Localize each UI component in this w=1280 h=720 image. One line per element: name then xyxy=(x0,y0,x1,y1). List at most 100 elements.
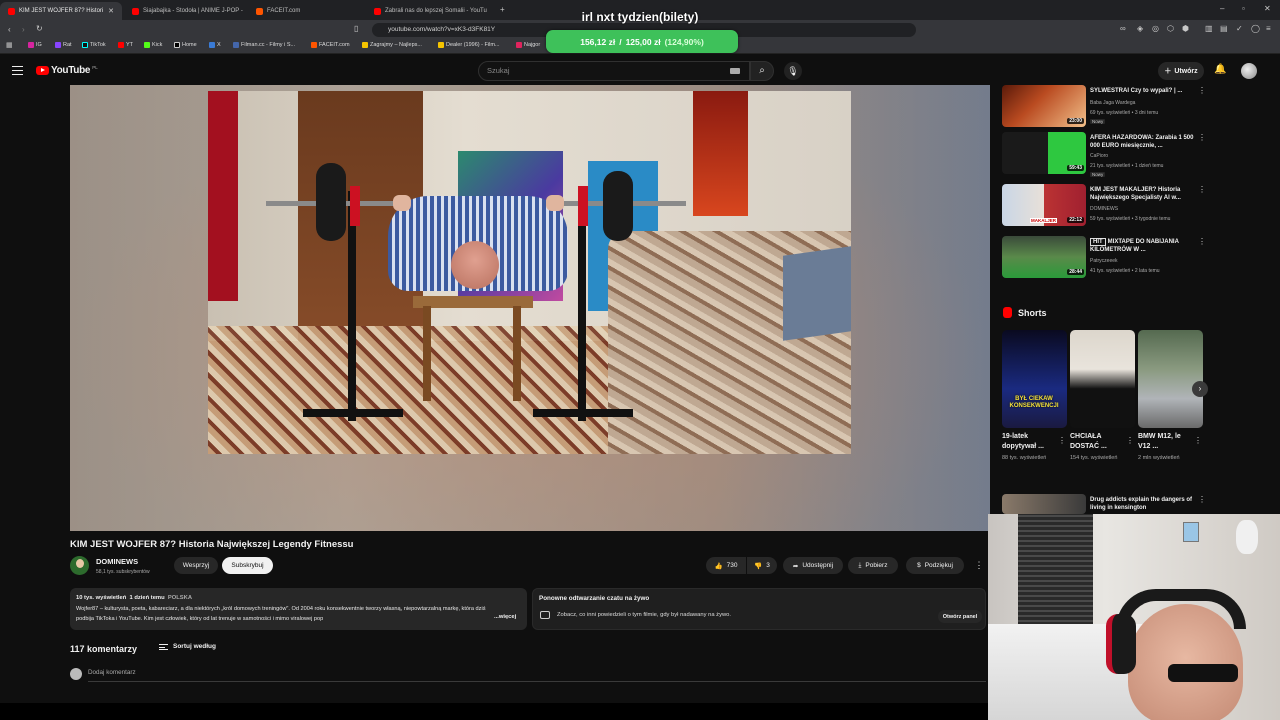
bookmark-item[interactable]: Home xyxy=(174,42,197,48)
bookmark-icon[interactable]: ▯ xyxy=(354,24,358,33)
search-input[interactable]: Szukaj xyxy=(478,61,750,81)
share-icon: ➦ xyxy=(792,562,799,570)
more-icon: ⋮ xyxy=(974,560,984,570)
more-options-icon[interactable]: ⋮ xyxy=(1198,185,1206,194)
video-duration: 23:00 xyxy=(1067,118,1084,124)
download-button[interactable]: ⤓ Pobierz xyxy=(848,557,898,574)
goal-target: 125,00 zł xyxy=(625,36,661,47)
reload-icon[interactable]: ↻ xyxy=(36,24,43,33)
bookmark-item[interactable]: Rat xyxy=(55,42,72,48)
more-options-icon[interactable]: ⋮ xyxy=(1198,86,1206,95)
create-label: Utwórz xyxy=(1174,67,1198,75)
new-badge: Nowy xyxy=(1090,172,1106,177)
show-more-link[interactable]: ...więcej xyxy=(494,614,516,620)
bookmark-item[interactable]: YT xyxy=(118,42,133,48)
recommended-video[interactable]: 28:44 HIT MIXTAPE DO NABIJANIA KILOMETRÓW… xyxy=(1002,236,1206,280)
video-title: SYLWESTRAI Czy to wypali? | ... xyxy=(1090,88,1183,94)
voice-search-icon[interactable]: 🎙 xyxy=(784,62,802,80)
channel-name[interactable]: DOMINEWS xyxy=(96,557,138,566)
shorts-next-arrow-icon[interactable]: › xyxy=(1192,381,1208,397)
more-options-icon[interactable]: ⋮ xyxy=(1194,436,1202,445)
tab[interactable]: FACEIT.com xyxy=(248,2,366,20)
extension-icon[interactable]: ∞ xyxy=(1120,24,1126,33)
more-options-icon[interactable]: ⋮ xyxy=(1198,133,1206,142)
dislike-button[interactable]: 👎 3 xyxy=(747,557,777,574)
bookmark-favicon-icon xyxy=(516,42,522,48)
faceit-icon xyxy=(311,42,317,48)
channel-name: DOMINEWS xyxy=(1090,206,1119,212)
laptop xyxy=(783,246,851,341)
open-panel-button[interactable]: Otwórz panel xyxy=(938,610,982,623)
bookmark-favicon-icon xyxy=(438,42,444,48)
recommended-video[interactable]: 23:00 SYLWESTRAI Czy to wypali? | ... Ba… xyxy=(1002,85,1206,129)
tab-active[interactable]: KIM JEST WOJFER 87? Histori ✕ xyxy=(0,2,122,20)
bookmark-item[interactable]: Filman.cc - Filmy i S... xyxy=(233,42,295,48)
video-thumbnail xyxy=(1002,494,1086,514)
add-comment-input[interactable]: Dodaj komentarz xyxy=(88,669,136,676)
bookmark-item[interactable]: Zagrajmy – Najleps... xyxy=(362,42,422,48)
short-item[interactable]: BMW M12, le V12 ... 2 mln wyświetleń ⋮ xyxy=(1138,330,1203,462)
instagram-icon xyxy=(28,42,34,48)
subscribe-button[interactable]: Subskrybuj xyxy=(222,557,273,574)
share-button[interactable]: ➦ Udostępnij xyxy=(783,557,843,574)
new-tab-icon[interactable]: + xyxy=(500,5,505,14)
more-actions-button[interactable]: ⋮ xyxy=(970,557,988,574)
close-tab-icon[interactable]: ✕ xyxy=(108,7,114,15)
sidebar-icon[interactable]: ▥ xyxy=(1205,24,1213,33)
bookmark-item[interactable]: Najgor xyxy=(516,42,540,48)
short-item[interactable]: CHCIAŁA DOSTAĆ ... 154 tys. wyświetleń ⋮ xyxy=(1070,330,1135,462)
create-button[interactable]: ＋ Utwórz xyxy=(1158,62,1204,80)
vpn-icon[interactable]: ✓ xyxy=(1236,24,1243,33)
more-options-icon[interactable]: ⋮ xyxy=(1198,237,1206,246)
streamer-webcam xyxy=(988,514,1280,720)
location-tag[interactable]: POLSKA xyxy=(168,595,192,601)
short-title: BMW M12, le V12 ... xyxy=(1138,433,1181,450)
video-frame[interactable] xyxy=(208,91,851,454)
bookmark-item[interactable]: X xyxy=(209,42,221,48)
extension-icon[interactable]: ⬢ xyxy=(1182,24,1189,33)
keyboard-icon[interactable] xyxy=(730,68,740,74)
bookmark-item[interactable]: TikTok xyxy=(82,42,106,48)
sunglasses xyxy=(1168,664,1238,682)
notifications-bell-icon[interactable]: 🔔 xyxy=(1214,64,1226,75)
channel-avatar[interactable] xyxy=(70,556,89,575)
extension-icon[interactable]: ◈ xyxy=(1137,24,1143,33)
bookmark-item[interactable]: FACEIT.com xyxy=(311,42,350,48)
recommended-video[interactable]: MAKALJER 22:12 KIM JEST MAKALJER? Histor… xyxy=(1002,184,1206,228)
wallet-icon[interactable]: ▤ xyxy=(1220,24,1228,33)
extension-icon[interactable]: ◎ xyxy=(1152,24,1159,33)
more-options-icon[interactable]: ⋮ xyxy=(1126,436,1134,445)
tiktok-icon xyxy=(82,42,88,48)
video-title: HIT MIXTAPE DO NABIJANIA KILOMETRÓW W ... xyxy=(1090,238,1194,254)
user-avatar[interactable] xyxy=(1241,63,1257,79)
profile-icon[interactable]: ◯ xyxy=(1251,24,1260,33)
minimize-icon[interactable]: – xyxy=(1220,4,1224,13)
hamburger-menu-icon[interactable] xyxy=(12,66,23,75)
more-options-icon[interactable]: ⋮ xyxy=(1058,436,1066,445)
bookmark-item[interactable]: IG xyxy=(28,42,42,48)
tab[interactable]: Siajabajka - Stodoła | ANIME J-POP - xyxy=(124,2,248,20)
support-button[interactable]: Wesprzyj xyxy=(174,557,218,574)
more-options-icon[interactable]: ⋮ xyxy=(1198,495,1206,504)
search-button[interactable]: ⌕ xyxy=(750,61,774,81)
youtube-favicon-icon xyxy=(374,7,381,15)
recommended-video[interactable]: 59:43 AFERA HAZARDOWA: Zarabia 1 500 000… xyxy=(1002,132,1206,177)
maximize-icon[interactable]: ▫ xyxy=(1242,4,1245,13)
forward-icon[interactable]: › xyxy=(22,25,25,34)
like-button[interactable]: 👍 730 xyxy=(706,557,746,574)
bookmark-item[interactable]: Dealer (1996) - Film... xyxy=(438,42,500,48)
extension-icon[interactable]: ⬡ xyxy=(1167,24,1174,33)
apps-icon[interactable]: ▦ xyxy=(6,41,13,49)
close-window-icon[interactable]: ✕ xyxy=(1264,4,1271,13)
video-duration: 59:43 xyxy=(1067,165,1084,171)
youtube-logo[interactable]: YouTube PL xyxy=(36,65,98,76)
back-icon[interactable]: ‹ xyxy=(8,25,11,34)
thanks-label: Podziękuj xyxy=(924,562,953,569)
sort-comments-button[interactable]: Sortuj według xyxy=(159,643,216,650)
wall-mask xyxy=(1236,520,1258,554)
bookmark-item[interactable]: Kick xyxy=(144,42,162,48)
menu-icon[interactable]: ≡ xyxy=(1266,24,1271,33)
short-item[interactable]: BYŁ CIEKAW KONSEKWENCJI 19-latek dopytyw… xyxy=(1002,330,1067,462)
tab[interactable]: Zabrali nas do lepszej Somalii - YouTu xyxy=(366,2,496,20)
thanks-button[interactable]: $ Podziękuj xyxy=(906,557,964,574)
